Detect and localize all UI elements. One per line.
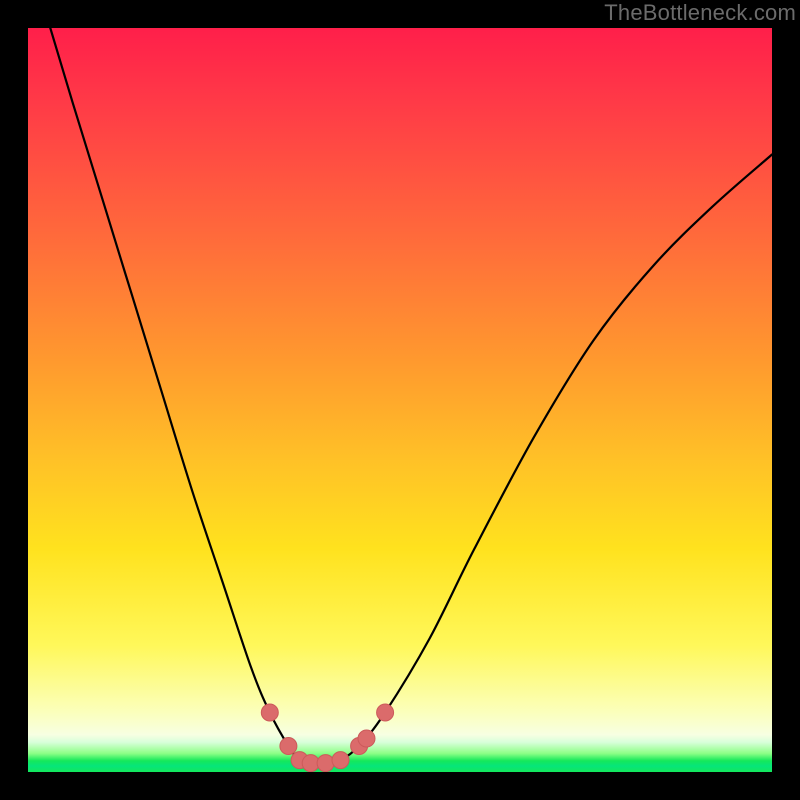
chart-frame: TheBottleneck.com	[0, 0, 800, 800]
watermark-text: TheBottleneck.com	[604, 0, 796, 26]
curve-marker	[261, 704, 278, 721]
curve-marker	[358, 730, 375, 747]
curve-marker	[377, 704, 394, 721]
curve-marker	[317, 755, 334, 772]
plot-area	[28, 28, 772, 772]
curve-marker	[280, 738, 297, 755]
curve-marker	[332, 752, 349, 769]
bottleneck-curve-path	[50, 28, 772, 763]
curve-layer	[28, 28, 772, 772]
